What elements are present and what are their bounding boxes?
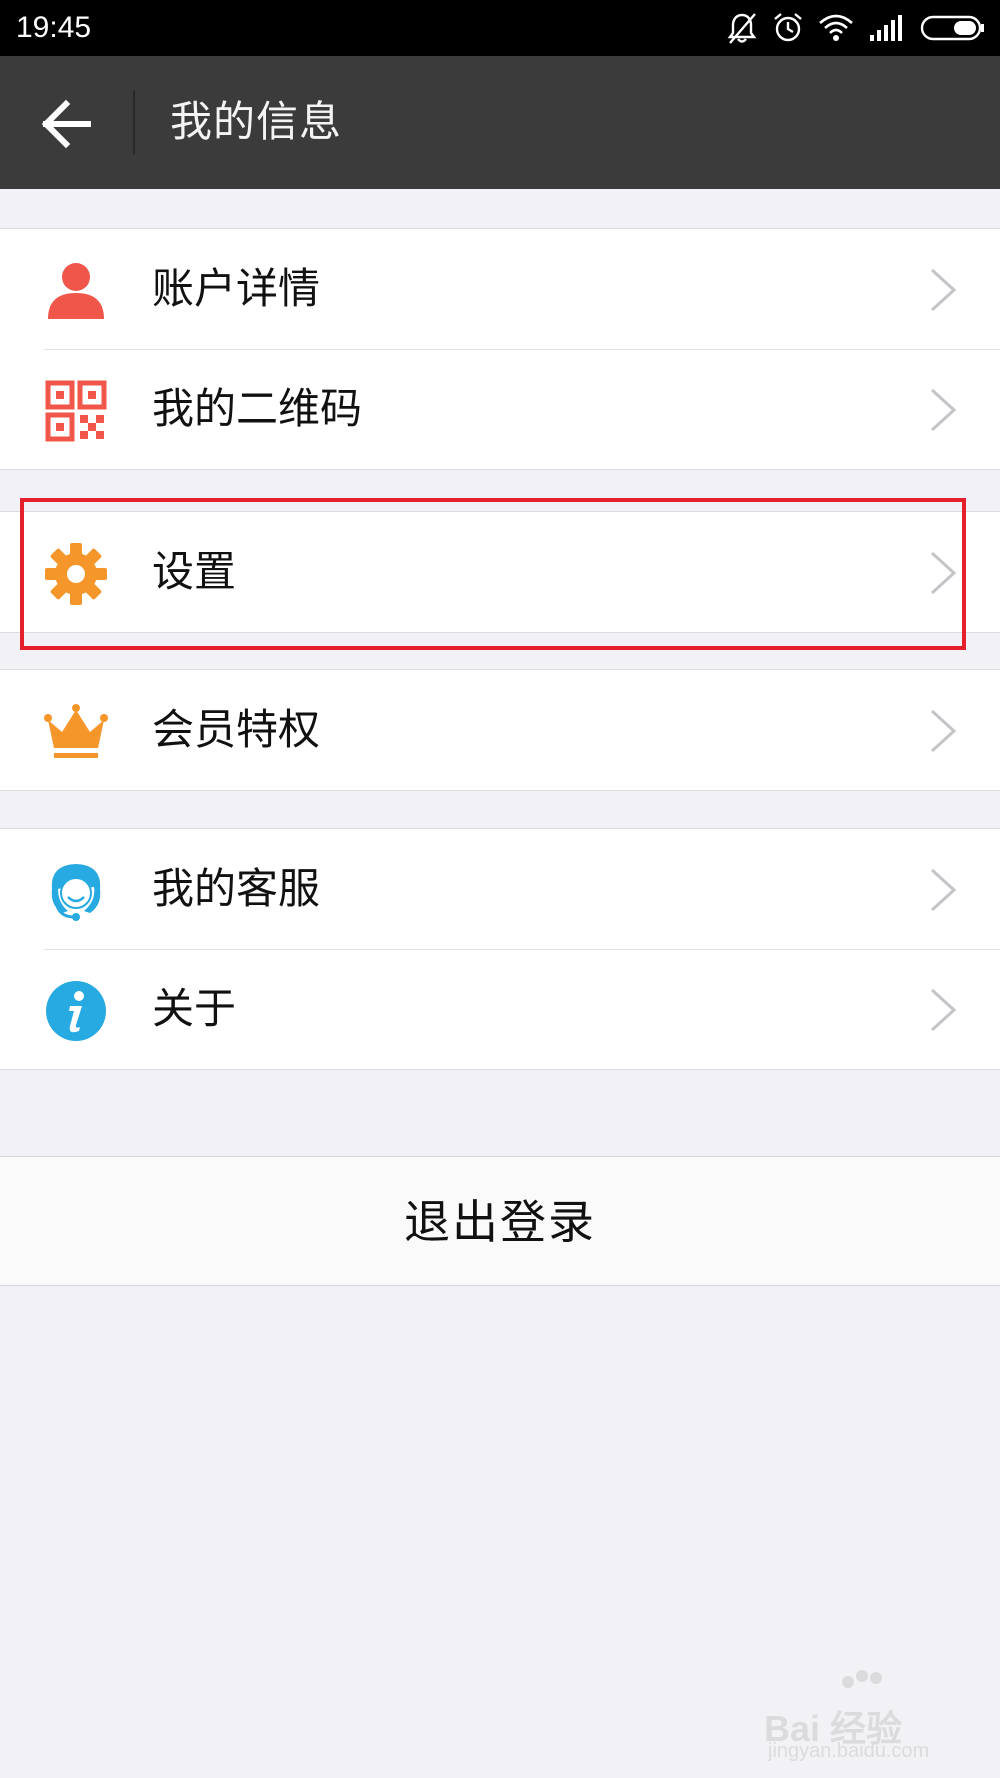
- menu-item-label: 我的客服: [152, 864, 321, 913]
- chevron-right-icon: [930, 988, 957, 1032]
- app-bar-divider: [133, 90, 135, 154]
- status-time: 19:45: [16, 11, 92, 44]
- menu-item-label: 设置: [152, 547, 237, 596]
- info-icon: [46, 981, 106, 1041]
- watermark-url: jingyan.baidu.com: [768, 1740, 930, 1762]
- menu-group-settings: 设置: [0, 511, 1000, 633]
- menu-group-account: 账户详情 我的二维码: [0, 228, 1000, 470]
- signal-icon: [870, 15, 902, 41]
- menu-item-my-qr-code[interactable]: 我的二维码: [0, 349, 1000, 469]
- chevron-right-icon: [930, 709, 957, 753]
- bell-muted-icon: [727, 13, 757, 44]
- gear-icon: [45, 543, 107, 605]
- chevron-right-icon: [930, 868, 957, 912]
- arrow-left-icon: [41, 99, 91, 149]
- menu-item-label: 会员特权: [152, 705, 321, 754]
- menu-item-customer-service[interactable]: 我的客服: [0, 829, 1000, 949]
- logout-label: 退出登录: [404, 1195, 596, 1249]
- battery-icon: [920, 15, 984, 41]
- menu-item-member-privileges[interactable]: 会员特权: [0, 670, 1000, 790]
- row-divider: [44, 349, 1000, 350]
- qr-code-icon: [45, 380, 107, 442]
- status-bar: 19:45: [0, 0, 1000, 56]
- menu-item-about[interactable]: 关于: [0, 949, 1000, 1069]
- wifi-icon: [819, 14, 853, 41]
- menu-group-support: 我的客服 关于: [0, 828, 1000, 1070]
- row-divider: [44, 949, 1000, 950]
- alarm-icon: [774, 13, 802, 42]
- chevron-right-icon: [930, 388, 957, 432]
- chevron-right-icon: [930, 268, 957, 312]
- back-button[interactable]: [30, 88, 102, 160]
- chevron-right-icon: [930, 551, 957, 595]
- customer-service-icon: [51, 864, 101, 921]
- logout-button[interactable]: 退出登录: [0, 1156, 1000, 1286]
- page-title: 我的信息: [170, 97, 343, 146]
- menu-item-label: 账户详情: [152, 264, 321, 313]
- menu-group-membership: 会员特权: [0, 669, 1000, 791]
- user-icon: [48, 263, 104, 319]
- crown-icon: [44, 704, 108, 758]
- menu-item-label: 关于: [152, 984, 237, 1033]
- app-bar: 我的信息: [0, 56, 1000, 189]
- menu-item-account-details[interactable]: 账户详情: [0, 229, 1000, 349]
- menu-item-settings[interactable]: 设置: [0, 512, 1000, 632]
- status-icons: [726, 10, 986, 46]
- menu-item-label: 我的二维码: [152, 384, 363, 433]
- baidu-jingyan-watermark: Bai 经验 jingyan.baidu.com: [762, 1670, 962, 1766]
